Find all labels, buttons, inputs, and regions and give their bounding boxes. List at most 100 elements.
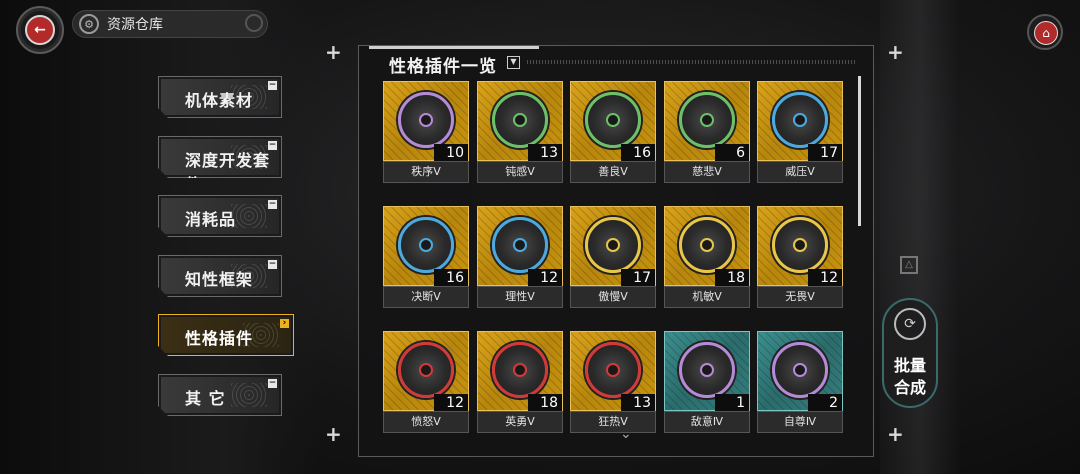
plugin-disc-icon: [772, 342, 828, 398]
plugin-card[interactable]: 1 敌意Ⅳ: [664, 331, 750, 433]
plugin-card[interactable]: 18 机敏Ⅴ: [664, 206, 750, 308]
plugin-card[interactable]: 13 钝感Ⅴ: [477, 81, 563, 183]
card-art: 17: [757, 81, 843, 162]
item-name: 钝感Ⅴ: [477, 161, 563, 183]
item-name: 秩序Ⅴ: [383, 161, 469, 183]
card-art: 6: [664, 81, 750, 162]
item-count: 6: [715, 144, 749, 162]
sidebar-item-1[interactable]: 深度开发套件−: [158, 136, 282, 178]
plugin-card[interactable]: 13 狂热Ⅴ: [570, 331, 656, 433]
plugin-disc-icon: [492, 92, 548, 148]
item-name: 决断Ⅴ: [383, 286, 469, 308]
sidebar-item-label: 性格插件: [185, 329, 254, 348]
sidebar-item-0[interactable]: 机体素材 −: [158, 76, 282, 118]
title-bar: ⚙ 资源仓库: [72, 10, 268, 38]
item-name: 威压Ⅴ: [757, 161, 843, 183]
title-bar-knob: [245, 14, 263, 32]
sidebar-item-2[interactable]: 消耗品 −: [158, 195, 282, 237]
lock-icon: △: [900, 256, 918, 274]
gear-icon: ⚙: [79, 14, 99, 34]
plugin-disc-icon: [679, 342, 735, 398]
card-art: 1: [664, 331, 750, 412]
home-button[interactable]: ⌂: [1027, 14, 1063, 50]
sidebar-item-label: 消耗品: [185, 210, 237, 229]
item-count: 10: [434, 144, 468, 162]
corner-plus-icon: +: [325, 422, 342, 446]
menu-marker-icon: −: [268, 140, 277, 150]
card-art: 18: [477, 331, 563, 412]
plugin-card[interactable]: 18 英勇Ⅴ: [477, 331, 563, 433]
plugin-card[interactable]: 12 无畏Ⅴ: [757, 206, 843, 308]
item-count: 16: [621, 144, 655, 162]
scrollbar[interactable]: [858, 76, 861, 226]
item-name: 机敏Ⅴ: [664, 286, 750, 308]
home-icon: ⌂: [1034, 21, 1058, 45]
item-count: 18: [528, 394, 562, 412]
plugin-card[interactable]: 2 自尊Ⅳ: [757, 331, 843, 433]
item-name: 敌意Ⅳ: [664, 411, 750, 433]
batch-synthesis-button[interactable]: ⟳ 批量 合成: [882, 298, 938, 408]
plugin-disc-icon: [679, 92, 735, 148]
panel-title: 性格插件一览: [389, 57, 497, 77]
plugin-card[interactable]: 12 愤怒Ⅴ: [383, 331, 469, 433]
menu-pattern: [231, 383, 267, 407]
item-count: 13: [621, 394, 655, 412]
card-art: 16: [570, 81, 656, 162]
plugin-card[interactable]: 12 理性Ⅴ: [477, 206, 563, 308]
item-count: 16: [434, 269, 468, 287]
plugin-disc-icon: [679, 217, 735, 273]
card-art: 13: [477, 81, 563, 162]
item-count: 13: [528, 144, 562, 162]
item-count: 17: [808, 144, 842, 162]
plugin-card[interactable]: 10 秩序Ⅴ: [383, 81, 469, 183]
sidebar-item-4[interactable]: 性格插件 ›: [158, 314, 294, 356]
item-count: 1: [715, 394, 749, 412]
plugin-disc-icon: [772, 217, 828, 273]
plugin-card[interactable]: 6 慈悲Ⅴ: [664, 81, 750, 183]
plugin-card[interactable]: 17 威压Ⅴ: [757, 81, 843, 183]
menu-marker-icon: −: [268, 259, 277, 269]
plugin-card[interactable]: 16 善良Ⅴ: [570, 81, 656, 183]
item-count: 12: [808, 269, 842, 287]
item-name: 无畏Ⅴ: [757, 286, 843, 308]
corner-plus-icon: +: [887, 40, 904, 64]
header-dotted-line: [527, 60, 857, 64]
plugin-disc-icon: [585, 217, 641, 273]
sidebar-item-label: 知性框架: [185, 270, 254, 289]
item-count: 2: [808, 394, 842, 412]
plugin-disc-icon: [492, 217, 548, 273]
page-title: 资源仓库: [107, 17, 163, 33]
item-count: 17: [621, 269, 655, 287]
item-name: 慈悲Ⅴ: [664, 161, 750, 183]
item-count: 12: [528, 269, 562, 287]
item-name: 理性Ⅴ: [477, 286, 563, 308]
item-count: 18: [715, 269, 749, 287]
panel-top-line: [369, 46, 539, 49]
plugin-card[interactable]: 16 决断Ⅴ: [383, 206, 469, 308]
sidebar-item-label: 其 它: [185, 389, 226, 408]
plugin-disc-icon: [398, 342, 454, 398]
card-art: 10: [383, 81, 469, 162]
item-name: 自尊Ⅳ: [757, 411, 843, 433]
chevron-down-icon: ⌄: [620, 426, 632, 442]
synthesis-icon: ⟳: [894, 308, 926, 340]
plugin-disc-icon: [772, 92, 828, 148]
card-art: 16: [383, 206, 469, 287]
item-name: 英勇Ⅴ: [477, 411, 563, 433]
card-art: 12: [383, 331, 469, 412]
plugin-disc-icon: [585, 342, 641, 398]
menu-pattern: [231, 204, 267, 228]
sidebar-item-label: 机体素材: [185, 91, 254, 110]
menu-marker-icon: −: [268, 80, 277, 90]
plugin-disc-icon: [585, 92, 641, 148]
plugin-disc-icon: [492, 342, 548, 398]
dropdown-icon[interactable]: ▼: [507, 56, 520, 69]
item-count: 12: [434, 394, 468, 412]
back-button[interactable]: ←: [16, 6, 64, 54]
sidebar-item-5[interactable]: 其 它 −: [158, 374, 282, 416]
item-name: 狂热Ⅴ: [570, 411, 656, 433]
sidebar-item-3[interactable]: 知性框架 −: [158, 255, 282, 297]
batch-label-line2: 合成: [893, 378, 926, 397]
plugin-card[interactable]: 17 傲慢Ⅴ: [570, 206, 656, 308]
card-art: 17: [570, 206, 656, 287]
